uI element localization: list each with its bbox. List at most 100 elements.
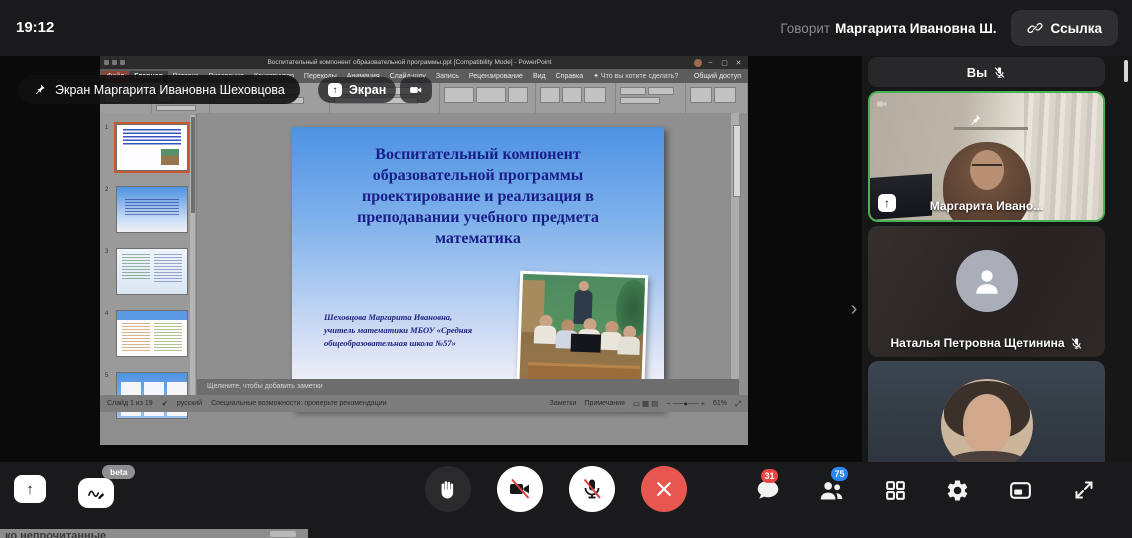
layout-grid-button[interactable] <box>881 476 909 504</box>
expand-icon <box>1072 478 1096 502</box>
participants-count-badge: 75 <box>831 467 848 481</box>
call-timer: 19:12 <box>16 19 54 36</box>
participant-name: Вы <box>967 65 988 80</box>
slide-thumbnail-3 <box>116 248 188 295</box>
status-slide-position: Слайд 1 из 19 <box>107 400 153 407</box>
fullscreen-button[interactable] <box>1070 476 1098 504</box>
ppt-window-title: Воспитательный компонент образовательной… <box>128 59 691 66</box>
avatar-photo <box>941 379 1033 462</box>
mic-muted-icon <box>993 66 1006 79</box>
slide-scrollbar <box>730 113 739 412</box>
ppt-body: 1 2 3 4 5 Воспитательный компонент образ… <box>100 113 748 412</box>
ppt-tab-view: Вид <box>528 71 551 82</box>
screen-share-video[interactable]: Воспитательный компонент образовательной… <box>100 56 748 445</box>
participant-tile-you[interactable]: Вы <box>868 57 1105 87</box>
mic-off-icon <box>580 477 604 501</box>
chat-unread-badge: 31 <box>761 469 778 483</box>
status-zoom-level: 61% <box>713 400 727 407</box>
ppt-tell-me: ✦ Что вы хотите сделать? <box>593 72 678 80</box>
unread-filter-popup[interactable]: ко непрочитанные <box>0 529 308 538</box>
thumb-number: 1 <box>105 125 108 131</box>
ppt-tab-record: Запись <box>431 71 464 82</box>
speaking-indicator: Говорит Маргарита Ивановна Ш. <box>780 21 996 36</box>
ppt-title-bar: Воспитательный компонент образовательной… <box>100 56 748 69</box>
slide-thumbnail-4 <box>116 310 188 357</box>
ppt-account-avatar <box>694 59 702 67</box>
video-window-frame <box>954 127 1029 130</box>
ribbon-group <box>686 83 748 113</box>
ppt-notes-pane: Щелкните, чтобы добавить заметки <box>197 379 739 395</box>
picture-in-picture-button[interactable] <box>1006 476 1034 504</box>
video-person-glasses <box>972 164 1002 172</box>
participant-tile[interactable] <box>868 361 1105 462</box>
gear-icon <box>945 478 970 503</box>
end-call-button[interactable] <box>641 466 687 512</box>
slide-thumbnail-2 <box>116 186 188 233</box>
settings-button[interactable] <box>943 476 971 504</box>
ribbon-group <box>616 83 686 113</box>
current-slide: Воспитательный компонент образовательной… <box>292 127 664 410</box>
ppt-minimize-icon: – <box>705 59 716 66</box>
beta-badge: beta <box>102 465 135 479</box>
status-comments-toggle: Примечания <box>584 400 624 407</box>
pin-icon <box>33 83 46 96</box>
ppt-slide-canvas: Воспитательный компонент образовательной… <box>197 113 739 412</box>
participant-tile-speaker[interactable]: ↑ Маргарита Ивано... <box>868 91 1105 222</box>
ppt-share-button: Общий доступ <box>694 73 741 80</box>
status-notes-toggle: Заметки <box>550 400 577 407</box>
slide-title: Воспитательный компонент образовательной… <box>328 144 628 250</box>
ppt-undo-icon <box>120 60 125 65</box>
pin-icon <box>968 113 982 127</box>
screen-share-active-button[interactable]: ↑ <box>14 475 46 503</box>
view-switcher-icons: ▭ ▦ ▤ <box>633 399 658 408</box>
pinned-screen-label: Экран Маргарита Ивановна Шеховцова <box>55 83 285 97</box>
participants-sidebar: Вы ↑ Маргарита Ивано... Наталья Петровна… <box>868 57 1105 462</box>
ppt-tab-help: Справка <box>551 71 588 82</box>
sidebar-scrollbar[interactable] <box>1124 60 1128 82</box>
ppt-save-icon <box>112 60 117 65</box>
camera-overlay-button[interactable] <box>400 77 432 103</box>
thumb-number: 5 <box>105 373 108 379</box>
thumbnails-scrollbar <box>190 115 195 410</box>
participant-tile[interactable]: Наталья Петровна Щетинина <box>868 226 1105 357</box>
avatar-placeholder <box>956 250 1018 312</box>
slide-thumbnail-1 <box>116 124 188 171</box>
status-language: русский <box>177 400 202 407</box>
grid-icon <box>883 478 908 503</box>
fit-slide-icon: ⤢ <box>735 399 741 409</box>
speaking-prefix: Говорит <box>780 21 830 36</box>
camera-on-icon <box>876 98 888 110</box>
ppt-tab-review: Рецензирование <box>464 71 528 82</box>
copy-link-button[interactable]: Ссылка <box>1011 10 1118 46</box>
top-bar: 19:12 Говорит Маргарита Ивановна Ш. Ссылк… <box>0 0 1132 56</box>
thumb-number: 3 <box>105 249 108 255</box>
pinned-screen-pill[interactable]: Экран Маргарита Ивановна Шеховцова <box>18 75 300 104</box>
ppt-maximize-icon: ▢ <box>719 59 730 67</box>
camera-off-button[interactable] <box>497 466 543 512</box>
ppt-slide-thumbnails: 1 2 3 4 5 <box>100 113 197 412</box>
link-icon <box>1027 20 1043 36</box>
ribbon-group <box>536 83 616 113</box>
status-accessibility: Специальные возможности: проверьте реком… <box>211 400 387 407</box>
thumb-number: 4 <box>105 311 108 317</box>
ppt-quickaccess-icon <box>104 60 109 65</box>
mic-off-button[interactable] <box>569 466 615 512</box>
main-stage: Воспитательный компонент образовательной… <box>0 56 862 462</box>
spellcheck-icon: ✔ <box>162 399 168 408</box>
popup-toggle <box>270 531 296 537</box>
zoom-slider: − ──●── + <box>666 399 705 408</box>
sidebar-collapse-button[interactable]: › <box>845 290 863 328</box>
unread-filter-label: ко непрочитанные <box>5 530 106 538</box>
ppt-close-icon: ✕ <box>733 59 744 67</box>
speaking-name: Маргарита Ивановна Ш. <box>835 21 996 36</box>
ppt-status-bar: Слайд 1 из 19 ✔ русский Специальные возм… <box>100 395 748 412</box>
raise-hand-button[interactable] <box>425 466 471 512</box>
close-icon <box>654 479 674 499</box>
pip-icon <box>1008 478 1033 503</box>
share-arrow-icon: ↑ <box>328 83 342 97</box>
top-right-group: Говорит Маргарита Ивановна Ш. Ссылка <box>780 0 1118 56</box>
screen-share-badge: ↑ Экран <box>318 77 396 103</box>
annotation-pen-button[interactable] <box>78 478 114 508</box>
hand-icon <box>436 477 460 501</box>
call-toolbar: ↑ beta 31 75 <box>0 462 1132 538</box>
